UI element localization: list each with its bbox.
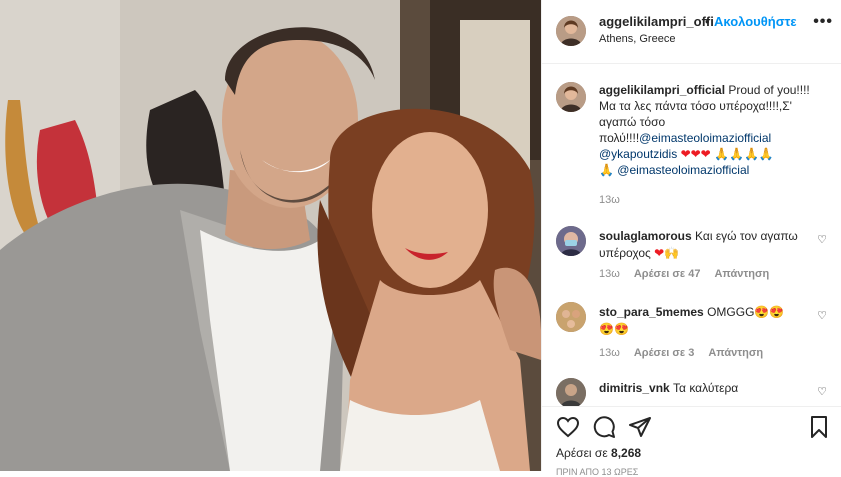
comment-text: soulaglamorous Και εγώ τον αγαπω υπέροχο… <box>599 228 799 262</box>
post-actions: Αρέσει σε 8,268 ΠΡΙΝ ΑΠΟ 13 ΩΡΕΣ <box>542 406 841 477</box>
comment-meta: 13ω Αρέσει σε 3 Απάντηση <box>599 347 777 359</box>
comment-like-icon[interactable]: ♡ <box>817 309 827 322</box>
comment-username[interactable]: dimitris_vnk <box>599 381 670 395</box>
caption-mention[interactable]: @eimasteoloimaziofficial <box>617 163 749 177</box>
caption-mention[interactable]: @eimasteoloimaziofficial <box>639 131 771 145</box>
reply-button[interactable]: Απάντηση <box>714 268 769 280</box>
likes-number: 8,268 <box>611 446 642 460</box>
comment-icon[interactable] <box>592 415 616 442</box>
heart-emoji: ❤❤❤ <box>680 147 711 161</box>
comment-likes[interactable]: Αρέσει σε 3 <box>634 347 695 359</box>
caption-username[interactable]: aggelikilampri_official <box>599 83 725 97</box>
post-header: aggelikilampri_offi • Ακολουθήστε Athens… <box>542 0 841 64</box>
post-photo[interactable] <box>0 0 541 471</box>
separator-dot: • <box>705 14 710 29</box>
post-image <box>0 0 541 471</box>
post-date[interactable]: ΠΡΙΝ ΑΠΟ 13 ΩΡΕΣ <box>556 467 638 477</box>
comment-time[interactable]: 13ω <box>599 268 620 280</box>
caption-text: aggelikilampri_official Proud of you!!!!… <box>599 82 824 178</box>
pray-emoji: 🙏🙏🙏🙏 <box>714 147 774 161</box>
comment-like-icon[interactable]: ♡ <box>817 385 827 398</box>
reply-button[interactable]: Απάντηση <box>708 347 763 359</box>
comment-meta: 13ω Αρέσει σε 47 Απάντηση <box>599 268 783 280</box>
comment-username[interactable]: soulaglamorous <box>599 229 692 243</box>
likes-prefix: Αρέσει σε <box>556 446 612 460</box>
caption-time[interactable]: 13ω <box>599 194 620 206</box>
post-sidebar: aggelikilampri_offi • Ακολουθήστε Athens… <box>541 0 841 477</box>
caption-mention[interactable]: @ykapoutzidis <box>599 147 677 161</box>
comment-avatar[interactable] <box>556 378 586 406</box>
comment-body: OMGGG <box>703 305 755 319</box>
like-heart-icon[interactable] <box>556 415 580 442</box>
follow-button[interactable]: Ακολουθήστε <box>714 14 797 29</box>
pray-emoji: 🙏 <box>599 163 614 177</box>
bookmark-icon[interactable] <box>807 415 831 442</box>
comments-list[interactable]: aggelikilampri_official Proud of you!!!!… <box>542 64 841 406</box>
post-location[interactable]: Athens, Greece <box>599 33 675 45</box>
comment-like-icon[interactable]: ♡ <box>817 233 827 246</box>
author-avatar[interactable] <box>556 16 586 46</box>
more-options-icon[interactable]: ••• <box>813 13 833 31</box>
comment-emoji: ❤🙌 <box>654 246 680 260</box>
comment-avatar[interactable] <box>556 302 586 332</box>
comment-avatar[interactable] <box>556 226 586 256</box>
author-username[interactable]: aggelikilampri_offi <box>599 14 714 29</box>
caption-avatar[interactable] <box>556 82 586 112</box>
comment-likes[interactable]: Αρέσει σε 47 <box>634 268 701 280</box>
share-icon[interactable] <box>628 415 652 442</box>
comment-body: Τα καλύτερα <box>669 381 739 395</box>
comment-text: sto_para_5memes OMGGG😍😍😍😍 <box>599 304 799 338</box>
comment-username[interactable]: sto_para_5memes <box>599 305 704 319</box>
likes-count[interactable]: Αρέσει σε 8,268 <box>556 446 641 460</box>
comment-text: dimitris_vnk Τα καλύτερα <box>599 380 799 397</box>
comment-time[interactable]: 13ω <box>599 347 620 359</box>
